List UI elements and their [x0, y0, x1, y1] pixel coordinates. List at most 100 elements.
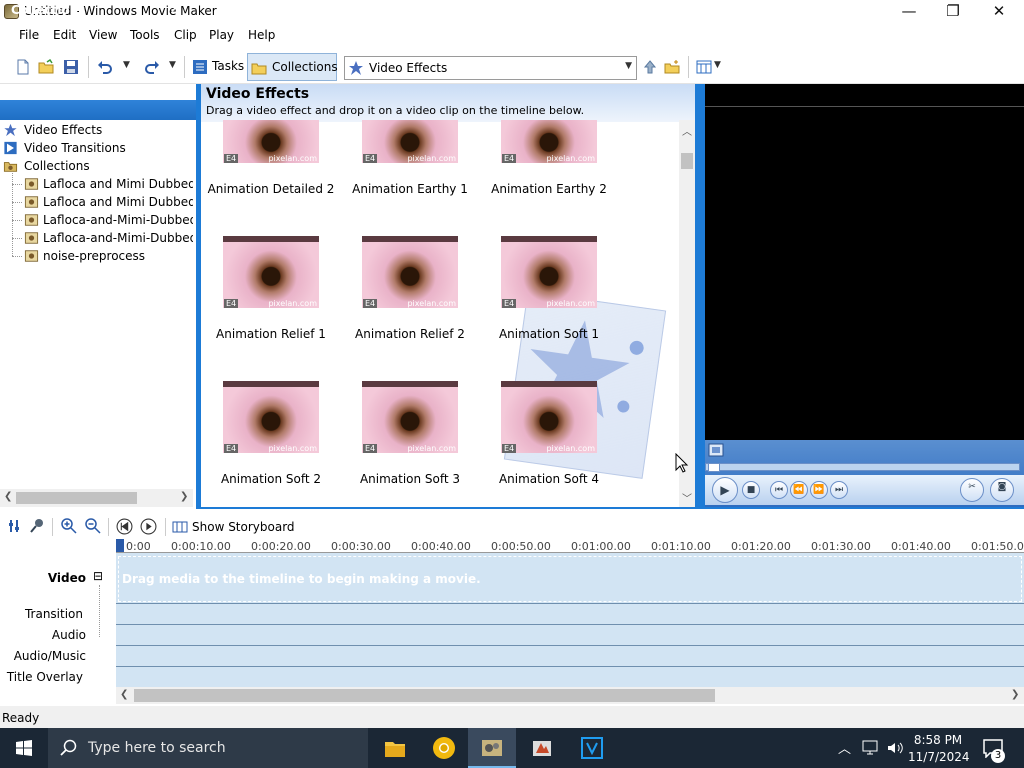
effect-thumbnail[interactable]: E4 pixelan.com: [501, 236, 597, 308]
scroll-right-icon[interactable]: ❯: [1011, 689, 1019, 700]
taskbar-file-explorer[interactable]: [370, 728, 418, 768]
video-effects-subtitle: Drag a video effect and drop it on a vid…: [206, 104, 585, 117]
mouse-cursor-icon: [675, 453, 689, 473]
ruler-tick-label: 0:00:10.00: [171, 540, 231, 553]
scroll-left-icon[interactable]: ❮: [120, 689, 128, 700]
seek-bar-thumb[interactable]: [708, 463, 720, 472]
collection-combo-box[interactable]: Video Effects ▼: [344, 56, 637, 80]
preview-seek-bar[interactable]: [705, 463, 1020, 471]
show-storyboard-button[interactable]: Show Storyboard: [170, 518, 295, 536]
effect-label[interactable]: Animation Soft 4: [479, 472, 619, 486]
full-screen-icon[interactable]: [708, 443, 724, 457]
menu-view[interactable]: View: [89, 28, 117, 42]
tree-item-video-transitions[interactable]: Video Transitions: [0, 139, 193, 157]
collapse-video-track-button[interactable]: ⊟: [93, 569, 103, 583]
start-button[interactable]: [0, 728, 48, 768]
new-project-icon[interactable]: [15, 59, 31, 75]
menu-help[interactable]: Help: [248, 28, 275, 42]
volume-icon[interactable]: [886, 740, 904, 756]
effect-label[interactable]: Animation Earthy 2: [479, 182, 619, 196]
tree-item-collections[interactable]: Collections: [0, 157, 193, 175]
chevron-up-icon[interactable]: ︿: [838, 738, 851, 757]
up-one-level-icon[interactable]: [642, 59, 658, 75]
effect-label[interactable]: Animation Relief 1: [201, 327, 341, 341]
collections-button[interactable]: Collections: [247, 53, 338, 81]
windows-logo-icon: [16, 740, 32, 756]
taskbar-clock-time[interactable]: 8:58 PM: [908, 733, 968, 747]
taskbar-movie-maker[interactable]: [468, 728, 516, 768]
video-effects-vertical-scrollbar[interactable]: [679, 120, 695, 507]
menu-edit[interactable]: Edit: [53, 28, 76, 42]
forward-button[interactable]: ⏩: [810, 481, 828, 499]
previous-frame-button[interactable]: ⏮: [770, 481, 788, 499]
split-clip-icon[interactable]: ✂: [960, 478, 984, 502]
effect-thumbnail[interactable]: E4 pixelan.com: [501, 381, 597, 453]
play-timeline-icon[interactable]: [140, 518, 157, 535]
tasks-button[interactable]: Tasks: [189, 53, 244, 81]
effect-thumbnail[interactable]: E4 pixelan.com: [362, 381, 458, 453]
set-audio-levels-icon[interactable]: [6, 518, 22, 534]
scroll-left-icon[interactable]: ❮: [4, 491, 12, 502]
chevron-down-icon[interactable]: ▼: [625, 61, 632, 71]
tree-connector: [12, 202, 22, 203]
taskbar-clock-date[interactable]: 11/7/2024: [908, 750, 970, 764]
effect-thumbnail[interactable]: E4 pixelan.com: [362, 236, 458, 308]
redo-icon[interactable]: [144, 59, 160, 75]
effect-thumbnail[interactable]: E4 pixelan.com: [223, 381, 319, 453]
timeline-scroll-thumb[interactable]: [134, 689, 715, 702]
zoom-out-icon[interactable]: [85, 518, 101, 534]
back-button[interactable]: ⏪: [790, 481, 808, 499]
open-project-icon[interactable]: [38, 59, 54, 75]
effect-thumbnail[interactable]: E4 pixelan.com: [501, 120, 597, 163]
tree-item-video-effects[interactable]: Video Effects: [0, 121, 193, 139]
save-project-icon[interactable]: [63, 59, 79, 75]
new-collection-folder-icon[interactable]: [664, 59, 680, 75]
play-button[interactable]: ▶: [712, 477, 738, 503]
effect-label[interactable]: Animation Earthy 1: [340, 182, 480, 196]
tree-item-collection[interactable]: Lafloca-and-Mimi-Dubbed-: [0, 229, 193, 247]
menu-tools[interactable]: Tools: [130, 28, 160, 42]
redo-dropdown-icon[interactable]: ▼: [169, 60, 176, 70]
video-effects-scroll-thumb[interactable]: [681, 153, 693, 169]
stop-button[interactable]: ■: [742, 481, 760, 499]
effect-thumbnail[interactable]: E4 pixelan.com: [362, 120, 458, 163]
tree-item-collection[interactable]: Lafloca and Mimi Dubbed Ti: [0, 175, 193, 193]
scroll-down-icon[interactable]: ﹀: [682, 490, 692, 505]
effect-thumbnail[interactable]: E4 pixelan.com: [223, 236, 319, 308]
network-icon[interactable]: [862, 740, 880, 756]
maximize-button[interactable]: ❐: [930, 0, 976, 24]
scroll-right-icon[interactable]: ❯: [180, 491, 188, 502]
minimize-button[interactable]: —: [886, 0, 932, 24]
next-frame-button[interactable]: ⏭: [830, 481, 848, 499]
undo-icon[interactable]: [97, 59, 113, 75]
tree-item-collection[interactable]: Lafloca and Mimi Dubbed Ti: [0, 193, 193, 211]
menu-file[interactable]: File: [19, 28, 39, 42]
rewind-timeline-icon[interactable]: [116, 518, 133, 535]
effect-thumbnail[interactable]: E4 pixelan.com: [223, 120, 319, 163]
effect-label[interactable]: Animation Detailed 2: [201, 182, 341, 196]
undo-dropdown-icon[interactable]: ▼: [123, 60, 130, 70]
effect-label[interactable]: Animation Relief 2: [340, 327, 480, 341]
effect-thumbnail-watermark: pixelan.com: [407, 154, 456, 163]
collections-scroll-thumb[interactable]: [16, 492, 137, 504]
collections-pane-close-button[interactable]: ×: [170, 1, 181, 16]
scroll-up-icon[interactable]: ︿: [682, 123, 692, 138]
taskbar-chrome[interactable]: [420, 728, 468, 768]
narrate-timeline-icon[interactable]: [29, 518, 45, 534]
views-icon[interactable]: [696, 59, 712, 75]
tree-item-collection[interactable]: noise-preprocess: [0, 247, 193, 265]
taskbar-app[interactable]: [518, 728, 566, 768]
toolbar-separator: [108, 518, 109, 536]
views-dropdown-icon[interactable]: ▼: [714, 60, 721, 70]
tree-item-collection[interactable]: Lafloca-and-Mimi-Dubbed-: [0, 211, 193, 229]
effect-label[interactable]: Animation Soft 1: [479, 327, 619, 341]
taskbar-vscode[interactable]: [568, 728, 616, 768]
effect-label[interactable]: Animation Soft 2: [201, 472, 341, 486]
close-button[interactable]: ✕: [976, 0, 1022, 24]
zoom-in-icon[interactable]: [61, 518, 77, 534]
playhead-indicator[interactable]: [116, 539, 124, 552]
menu-clip[interactable]: Clip: [174, 28, 197, 42]
effect-label[interactable]: Animation Soft 3: [340, 472, 480, 486]
menu-play[interactable]: Play: [209, 28, 234, 42]
take-picture-icon[interactable]: ◙: [990, 478, 1014, 502]
